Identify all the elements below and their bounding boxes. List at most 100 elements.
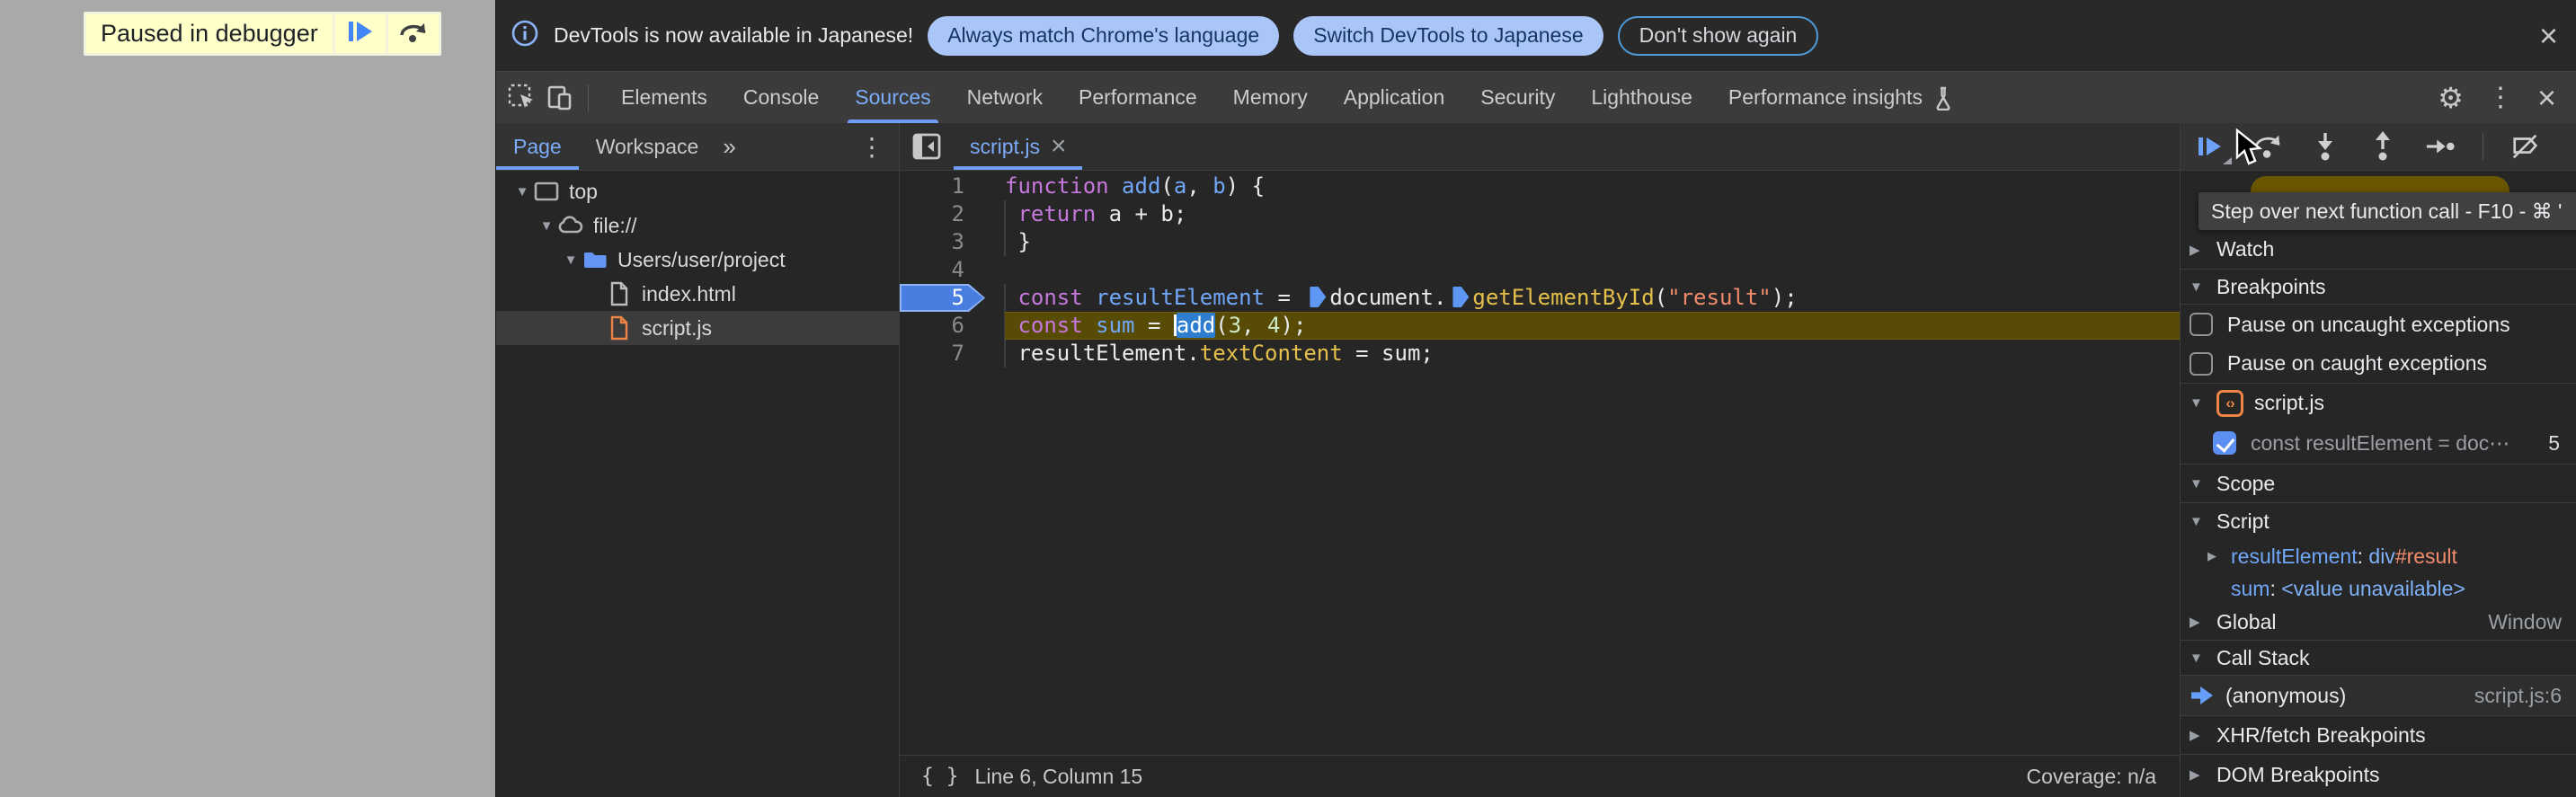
tree-item-label: script.js xyxy=(642,315,712,340)
xhr-breakpoints-header[interactable]: ▶ XHR/fetch Breakpoints xyxy=(2181,716,2576,755)
chevron-right-icon: ▶ xyxy=(2190,728,2200,743)
tab-memory[interactable]: Memory xyxy=(1215,72,1326,123)
scope-global-group[interactable]: ▶ Global Window xyxy=(2181,604,2576,641)
code-line-3[interactable]: 3 } xyxy=(900,228,2180,256)
code-line-2[interactable]: 2 return a + b; xyxy=(900,200,2180,228)
chevron-down-icon[interactable]: ▼ xyxy=(536,218,557,234)
scope-var-sum[interactable]: sum: <value unavailable> xyxy=(2181,573,2576,604)
scope-var-resultElement[interactable]: ▶ resultElement: div#result xyxy=(2181,539,2576,573)
resume-script-button[interactable] xyxy=(334,14,386,53)
switch-to-japanese-button[interactable]: Switch DevTools to Japanese xyxy=(1293,15,1603,56)
navigator-tab-page[interactable]: Page xyxy=(496,123,579,170)
code-line-5[interactable]: 5 const resultElement = document. getElem… xyxy=(900,284,2180,312)
tab-network[interactable]: Network xyxy=(949,72,1061,123)
step-over-banner-button[interactable] xyxy=(387,14,439,53)
tab-lighthouse[interactable]: Lighthouse xyxy=(1573,72,1710,123)
navigator-tab-workspace[interactable]: Workspace xyxy=(579,123,716,170)
scope-section-header[interactable]: ▼ Scope xyxy=(2181,465,2576,503)
line-number[interactable]: 6 xyxy=(900,312,1005,340)
tab-performance[interactable]: Performance xyxy=(1061,72,1215,123)
continue-to-here-icon[interactable] xyxy=(1452,287,1470,307)
dom-breakpoints-header[interactable]: ▶ DOM Breakpoints xyxy=(2181,755,2576,794)
step-button[interactable] xyxy=(2425,131,2456,162)
tab-sources[interactable]: Sources xyxy=(837,72,948,123)
line-number[interactable]: 4 xyxy=(900,256,1005,284)
resume-icon xyxy=(347,19,374,49)
chevron-right-icon: ▶ xyxy=(2190,615,2200,630)
code-editor[interactable]: 1 function add(a, b) {2 return a + b; 3 } 4… xyxy=(900,171,2180,755)
tab-application[interactable]: Application xyxy=(1326,72,1463,123)
line-number[interactable]: 1 xyxy=(900,173,1005,200)
line-number[interactable]: 7 xyxy=(900,340,1005,368)
code-text: resultElement.textContent = sum; xyxy=(1017,341,1434,366)
breakpoint-checkbox[interactable] xyxy=(2213,431,2236,455)
toggle-device-toolbar-icon[interactable] xyxy=(545,83,575,113)
pretty-print-icon[interactable]: { } xyxy=(921,765,959,788)
scope-script-group[interactable]: ▼ Script xyxy=(2181,503,2576,539)
tree-item-users-user-project[interactable]: ▼ Users/user/project xyxy=(496,243,899,277)
deactivate-breakpoints-button[interactable] xyxy=(2510,131,2541,162)
settings-gear-icon[interactable]: ⚙ xyxy=(2438,81,2464,115)
file-tab-close-icon[interactable]: × xyxy=(1051,133,1067,160)
chevron-down-icon: ▼ xyxy=(2190,475,2203,491)
chevron-down-icon[interactable]: ▼ xyxy=(560,252,582,268)
step-out-button[interactable] xyxy=(2367,131,2398,162)
line-number[interactable]: 2 xyxy=(900,200,1005,228)
tree-item-script.js[interactable]: script.js xyxy=(496,311,899,345)
code-line-1[interactable]: 1 function add(a, b) { xyxy=(900,173,2180,200)
more-tabs-icon[interactable]: » xyxy=(715,123,742,170)
resume-dropdown-caret[interactable] xyxy=(2223,157,2232,164)
continue-to-here-icon[interactable] xyxy=(1310,287,1327,307)
code-text: } xyxy=(1005,229,1031,254)
navigator-header: Page Workspace » ⋮ xyxy=(496,123,899,171)
javascript-file-icon: ‹› xyxy=(2216,389,2243,417)
more-options-icon[interactable]: ⋮ xyxy=(2487,82,2514,113)
code-line-7[interactable]: 7 resultElement.textContent = sum; xyxy=(900,340,2180,368)
navigator-menu-icon[interactable]: ⋮ xyxy=(845,123,899,170)
main-toolbar: Elements Console Sources Network Performance… xyxy=(496,72,2576,123)
chevron-down-icon: ▼ xyxy=(2190,650,2203,666)
coverage-status: Coverage: n/a xyxy=(2026,764,2156,788)
infobar-close-icon[interactable]: × xyxy=(2539,19,2558,52)
callstack-frame[interactable]: (anonymous) script.js:6 xyxy=(2181,676,2576,716)
tab-console[interactable]: Console xyxy=(725,72,837,123)
file-icon xyxy=(606,280,633,307)
line-number[interactable]: 3 xyxy=(900,228,1005,256)
cursor-position: Line 6, Column 15 xyxy=(974,764,1143,788)
pause-caught-checkbox[interactable] xyxy=(2190,351,2213,376)
callstack-section-header[interactable]: ▼ Call Stack xyxy=(2181,641,2576,676)
code-text: const resultElement = document. getElemen… xyxy=(1017,285,1798,310)
devtools-close-icon[interactable]: × xyxy=(2537,81,2556,114)
tab-elements[interactable]: Elements xyxy=(603,72,725,123)
chevron-right-icon: ▶ xyxy=(2190,242,2200,258)
execution-line-marker[interactable]: 5 xyxy=(900,284,1005,312)
paused-in-debugger-banner: Paused in debugger xyxy=(84,12,441,56)
step-over-icon xyxy=(398,19,429,49)
toggle-navigator-icon[interactable] xyxy=(900,123,954,170)
breakpoints-section-header[interactable]: ▼ Breakpoints xyxy=(2181,270,2576,305)
debugger-sidebar: Step over next function call - F10 - ⌘ '… xyxy=(2180,123,2576,797)
open-file-tab[interactable]: script.js × xyxy=(954,123,1083,170)
tab-performance-insights[interactable]: Performance insights xyxy=(1710,72,1973,123)
resume-script-execution-button[interactable] xyxy=(2195,131,2232,164)
chevron-down-icon[interactable]: ▼ xyxy=(511,184,533,199)
paused-code-text: const sum = add(3, 4); xyxy=(1005,312,2180,340)
dont-show-again-button[interactable]: Don't show again xyxy=(1617,15,1819,56)
inspect-element-icon[interactable] xyxy=(507,83,537,113)
code-line-4[interactable]: 4 xyxy=(900,256,2180,284)
step-into-button[interactable] xyxy=(2310,131,2341,162)
editor-tabstrip: script.js × xyxy=(900,123,2180,171)
pause-uncaught-checkbox[interactable] xyxy=(2190,313,2213,336)
breakpoint-file-group[interactable]: ▼ ‹› script.js xyxy=(2181,384,2576,422)
always-match-language-button[interactable]: Always match Chrome's language xyxy=(928,15,1280,56)
breakpoint-entry[interactable]: const resultElement = doc⋯ 5 xyxy=(2181,422,2576,465)
tab-security[interactable]: Security xyxy=(1462,72,1573,123)
watch-section-header[interactable]: ▶ Watch xyxy=(2181,230,2576,270)
tree-item-top[interactable]: ▼ top xyxy=(496,174,899,208)
tree-item-index.html[interactable]: index.html xyxy=(496,277,899,311)
code-text: return a + b; xyxy=(1017,201,1187,226)
tree-item-file-[interactable]: ▼ file:// xyxy=(496,208,899,243)
tree-item-label: index.html xyxy=(642,281,736,306)
code-line-6[interactable]: 6 const sum = add(3, 4); xyxy=(900,312,2180,340)
